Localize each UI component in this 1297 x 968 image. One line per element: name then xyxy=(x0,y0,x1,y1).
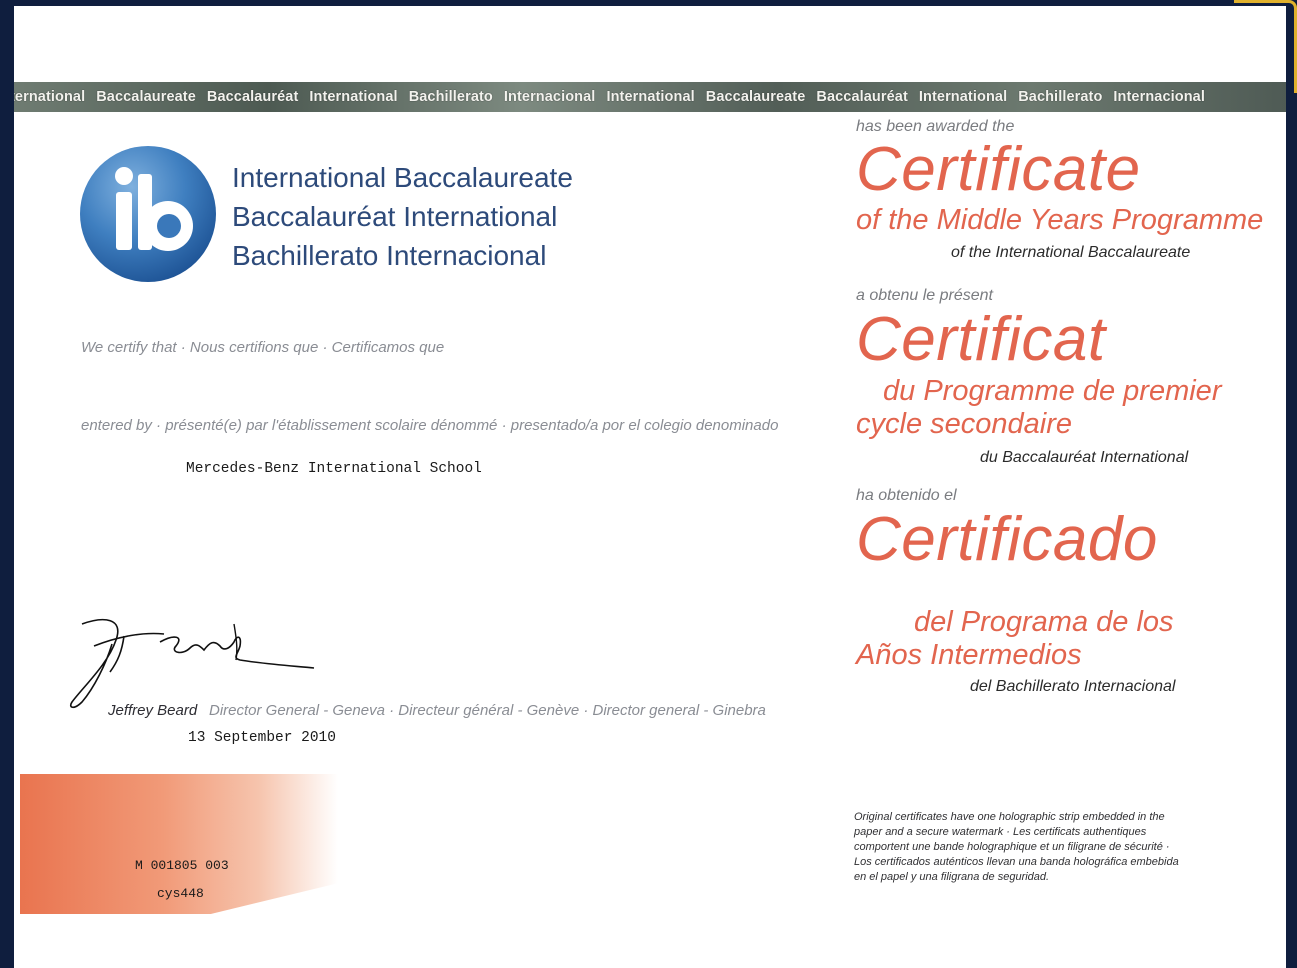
org-fr: du Baccalauréat International xyxy=(980,449,1189,466)
organization-names: International Baccalaureate Baccalauréat… xyxy=(232,158,573,275)
programme-fr-2: cycle secondaire xyxy=(856,408,1072,440)
award-intro-es: ha obtenido el xyxy=(856,487,957,504)
entered-by-line: entered by · présenté(e) par l'établisse… xyxy=(81,417,779,434)
org-name-en: International Baccalaureate xyxy=(232,162,573,193)
signer-name: Jeffrey Beard xyxy=(108,702,198,719)
org-en: of the International Baccalaureate xyxy=(951,244,1191,261)
certificate-number: M 001805 003 xyxy=(135,858,229,873)
programme-en: of the Middle Years Programme xyxy=(856,204,1264,236)
strip-word: International xyxy=(309,89,398,105)
org-name-fr: Baccalauréat International xyxy=(232,201,558,232)
issue-date: 13 September 2010 xyxy=(188,730,336,746)
strip-word: International xyxy=(918,89,1008,105)
award-intro-fr: a obtenu le présent xyxy=(856,287,993,304)
strip-word: International xyxy=(606,89,695,105)
award-title-en: Certificate xyxy=(856,135,1141,204)
strip-word: Bachillerato xyxy=(1018,89,1103,105)
strip-word: Baccalauréat xyxy=(816,89,908,105)
strip-word: Bachillerato xyxy=(408,89,493,105)
certificate-document: ternational Baccalaureate Baccalauréat I… xyxy=(14,6,1286,968)
award-title-fr: Certificat xyxy=(856,305,1106,374)
strip-word: Baccalaureate xyxy=(96,89,196,105)
candidate-code: cys448 xyxy=(157,886,204,901)
strip-word: Baccalauréat xyxy=(206,89,299,105)
signer-title: Director General - Geneva · Directeur gé… xyxy=(209,702,766,719)
authenticity-note: Original certificates have one holograph… xyxy=(854,811,1179,883)
certify-line: We certify that · Nous certifions que · … xyxy=(81,339,445,356)
programme-fr-1: du Programme de premier xyxy=(883,375,1222,407)
holographic-strip: ternational Baccalaureate Baccalauréat I… xyxy=(14,82,1286,112)
strip-word: Baccalaureate xyxy=(705,89,806,105)
programme-es-1: del Programa de los xyxy=(914,606,1174,638)
org-name-es: Bachillerato Internacional xyxy=(232,240,547,271)
org-es: del Bachillerato Internacional xyxy=(970,678,1176,695)
programme-es-2: Años Intermedios xyxy=(856,639,1082,671)
strip-word: Internacional xyxy=(503,89,596,105)
ib-logo-icon xyxy=(80,146,216,282)
strip-word: Internacional xyxy=(1113,89,1205,105)
signature-image xyxy=(69,618,315,709)
award-title-es: Certificado xyxy=(856,505,1158,574)
school-name: Mercedes-Benz International School xyxy=(186,461,482,477)
strip-word: ternational xyxy=(14,89,86,105)
